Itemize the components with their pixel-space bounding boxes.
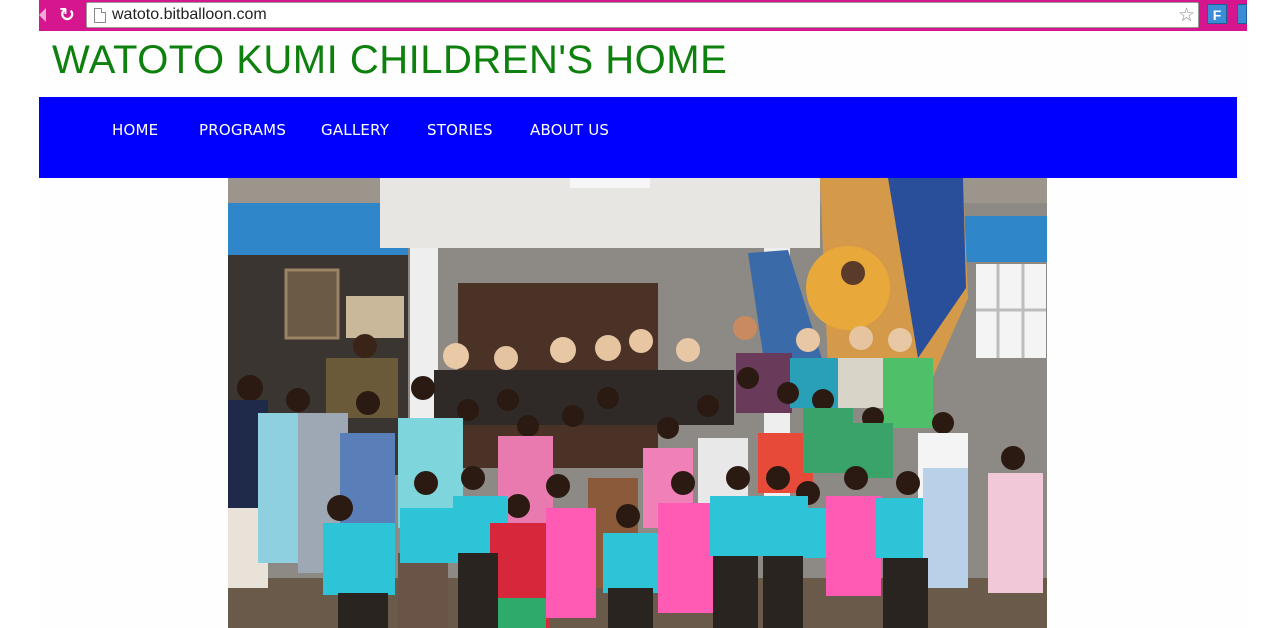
- main-navbar: HOME PROGRAMS GALLERY STORIES ABOUT US: [39, 97, 1237, 178]
- extension-icon[interactable]: F: [1207, 4, 1227, 24]
- reload-icon[interactable]: ↻: [57, 5, 77, 25]
- nav-item-gallery[interactable]: GALLERY: [321, 121, 389, 139]
- hero-group-photo: [228, 178, 1047, 628]
- browser-toolbar: ↻ watoto.bitballoon.com ☆ F: [39, 0, 1247, 31]
- url-text[interactable]: watoto.bitballoon.com: [112, 6, 267, 24]
- address-bar[interactable]: watoto.bitballoon.com ☆: [86, 2, 1199, 28]
- bookmark-star-icon[interactable]: ☆: [1178, 4, 1195, 26]
- site-title: WATOTO KUMI CHILDREN'S HOME: [52, 38, 728, 82]
- group-photo-illustration: [228, 178, 1047, 628]
- page-content: WATOTO KUMI CHILDREN'S HOME HOME PROGRAM…: [39, 31, 1247, 628]
- nav-item-about-us[interactable]: ABOUT US: [530, 121, 609, 139]
- nav-item-home[interactable]: HOME: [112, 121, 158, 139]
- nav-item-stories[interactable]: STORIES: [427, 121, 493, 139]
- extension-icon-partial[interactable]: [1237, 4, 1247, 24]
- nav-item-programs[interactable]: PROGRAMS: [199, 121, 286, 139]
- back-arrow-icon[interactable]: [39, 8, 46, 22]
- page-icon: [94, 8, 106, 23]
